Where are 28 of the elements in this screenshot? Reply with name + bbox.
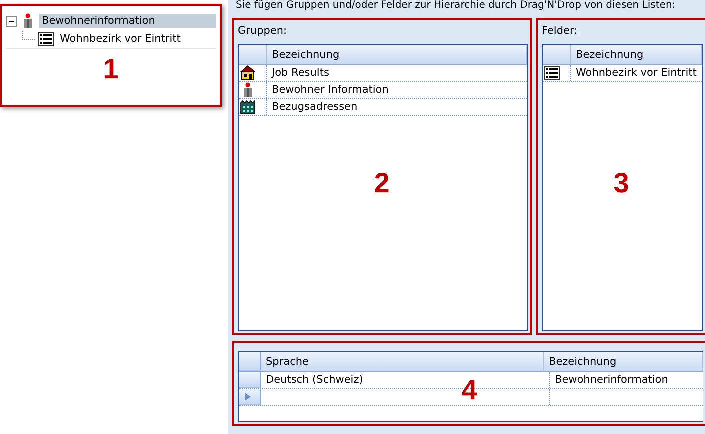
- list-row[interactable]: Bewohner Information: [239, 82, 527, 99]
- list-row[interactable]: Wohnbezirk vor Eintritt: [543, 65, 702, 82]
- house-icon: [240, 65, 256, 81]
- callout-number: 1: [103, 54, 119, 86]
- collapse-icon[interactable]: [6, 16, 17, 26]
- tree-label: Wohnbezirk vor Eintritt: [59, 32, 182, 46]
- tree-node[interactable]: Wohnbezirk vor Eintritt: [6, 30, 216, 49]
- instruction-text: Sie fügen Gruppen und/oder Felder zur Hierarchie durch Drag'N'Drop von diesen Listen:: [235, 0, 677, 12]
- row-label: Bezugsadressen: [271, 100, 359, 115]
- callout-number: 3: [614, 166, 630, 199]
- row-label: Bewohner Information: [271, 83, 390, 98]
- column-header[interactable]: Sprache: [261, 352, 544, 371]
- tree-label: Bewohnerinformation: [39, 14, 216, 28]
- building-icon: [240, 99, 256, 115]
- list-row[interactable]: Bezugsadressen: [239, 99, 527, 116]
- list-icon: [38, 31, 54, 47]
- table-cell[interactable]: Bewohnerinformation: [550, 372, 703, 388]
- row-header[interactable]: [239, 372, 261, 388]
- tree-node[interactable]: Bewohnerinformation: [6, 12, 216, 30]
- current-row-icon: [245, 392, 251, 400]
- row-label: Wohnbezirk vor Eintritt: [575, 66, 698, 81]
- panel-label: Felder:: [542, 24, 579, 39]
- row-header[interactable]: [239, 389, 261, 405]
- panel-label: Gruppen:: [238, 24, 288, 39]
- list-row[interactable]: Job Results: [239, 65, 527, 82]
- callout-number: 2: [374, 166, 390, 199]
- column-header[interactable]: Bezeichnung: [544, 352, 703, 371]
- row-label: Job Results: [270, 66, 330, 81]
